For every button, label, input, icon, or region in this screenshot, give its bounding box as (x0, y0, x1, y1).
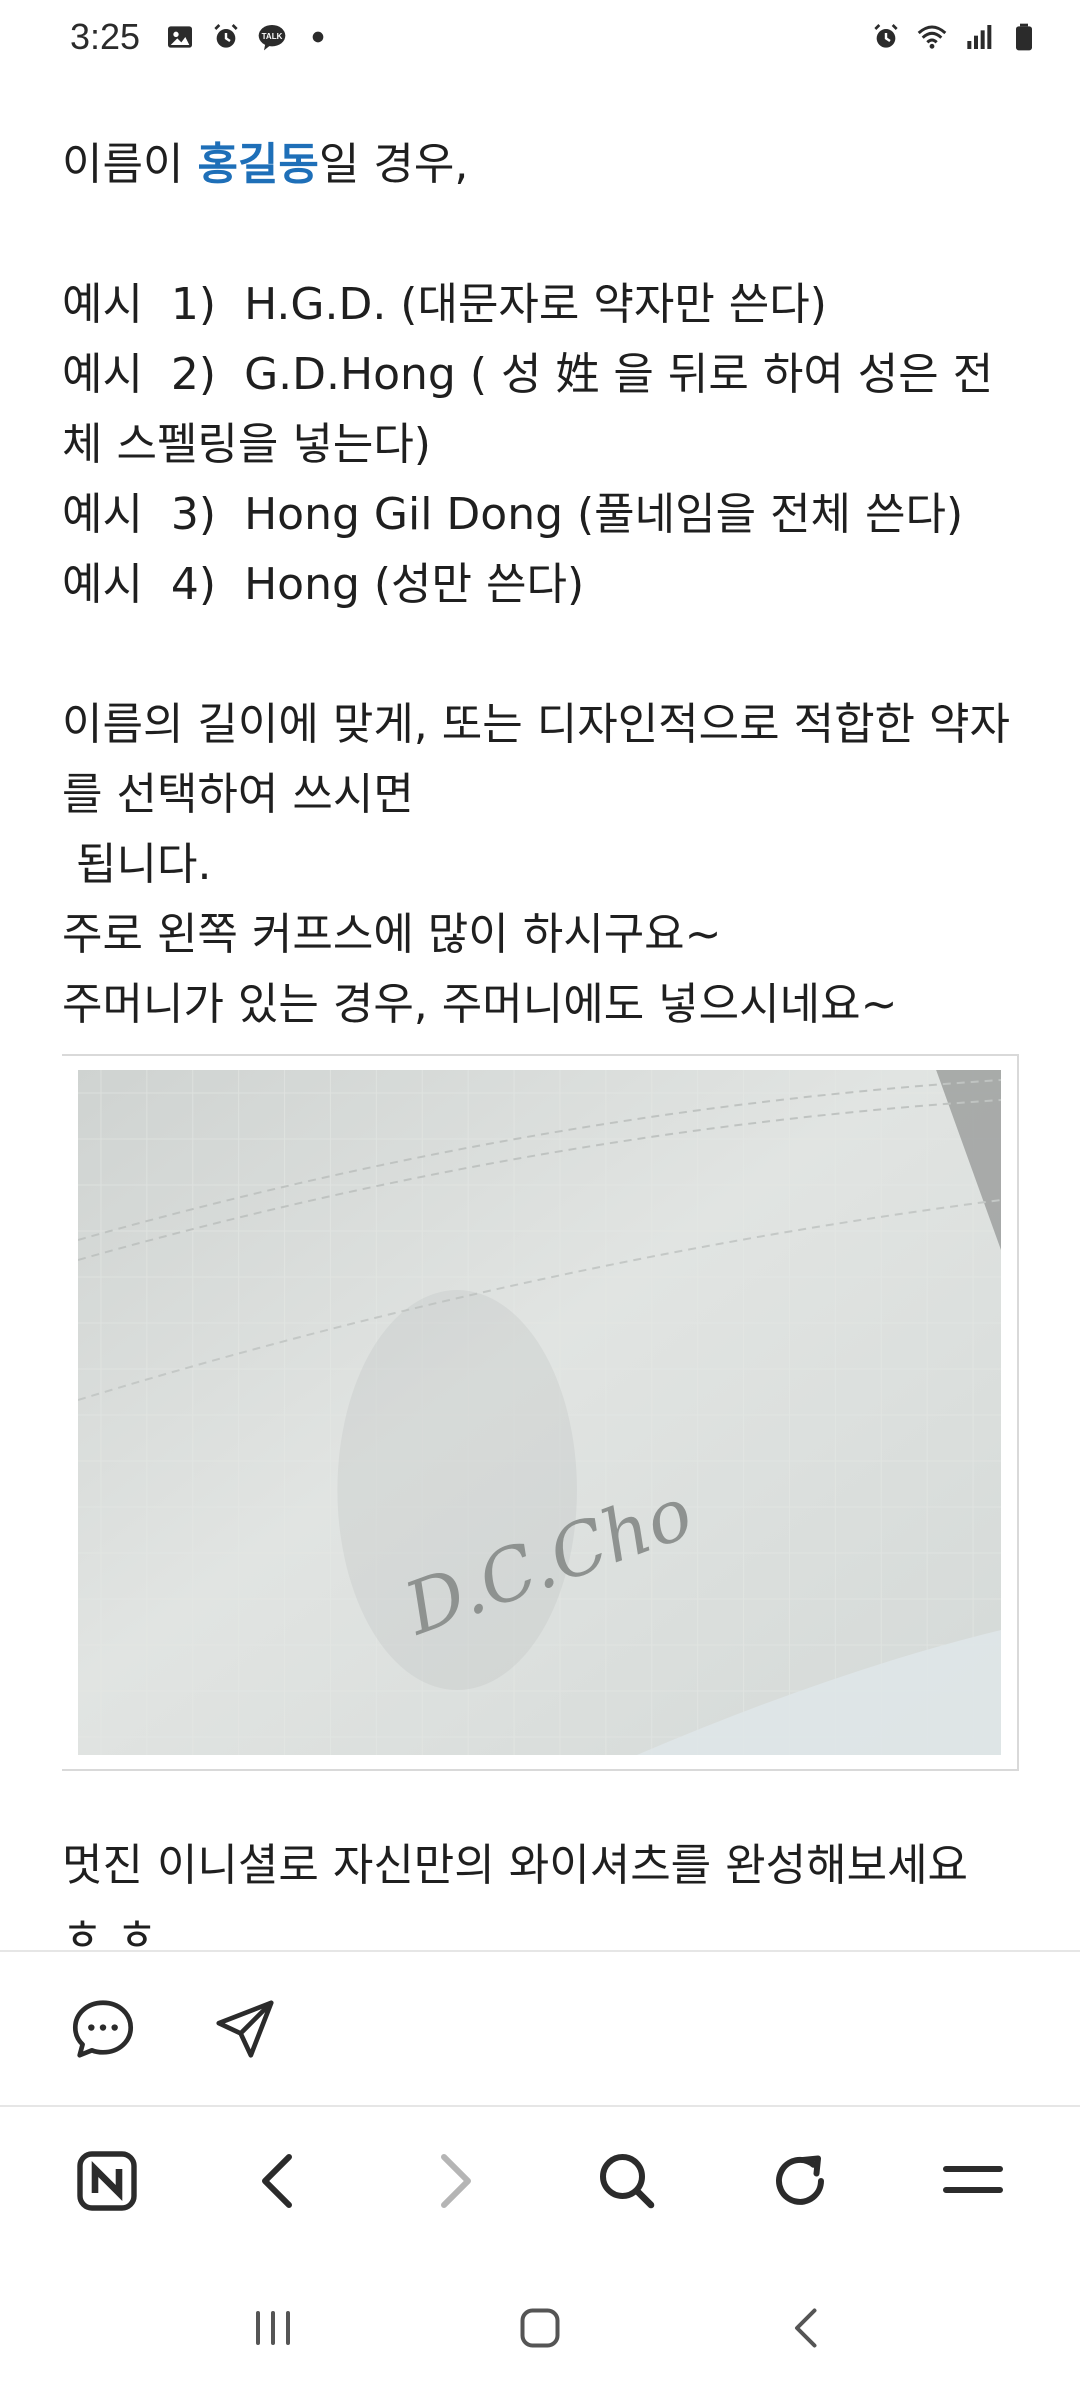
advice-line-4: 주머니가 있는 경우, 주머니에도 넣으시네요~ (62, 979, 898, 1030)
signal-icon (962, 21, 994, 53)
status-right (870, 21, 1040, 53)
image-icon (164, 21, 196, 53)
forward-icon (413, 2141, 493, 2221)
dot-icon (302, 21, 334, 53)
browser-nav-bar (0, 2105, 1080, 2255)
example-1: 예시 1) H.G.D. (대문자로 약자만 쓴다) (62, 279, 827, 330)
example-2: 예시 2) G.D.Hong ( 성 姓 을 뒤로 하여 성은 전체 스펠링을 … (62, 349, 994, 470)
advice-line-2: 됩니다. (62, 839, 212, 890)
status-bar: 3:25 TALK (0, 0, 1080, 74)
article-content: 이름이 홍길동일 경우, 예시 1) H.G.D. (대문자로 약자만 쓴다) … (62, 130, 1022, 1950)
menu-icon[interactable] (933, 2141, 1013, 2221)
battery-icon (1008, 21, 1040, 53)
shirt-cuff-photo[interactable]: D.C.Cho (78, 1070, 1001, 1755)
example-3: 예시 3) Hong Gil Dong (풀네임을 전체 쓴다) (62, 489, 964, 540)
alarm-icon (210, 21, 242, 53)
advice-line-3: 주로 왼쪽 커프스에 많이 하시구요~ (62, 909, 722, 960)
refresh-icon[interactable] (760, 2141, 840, 2221)
recent-apps-icon[interactable] (238, 2293, 308, 2363)
svg-text:TALK: TALK (262, 32, 283, 41)
closing-line-1: 멋진 이니셜로 자신만의 와이셔츠를 완성해보세요 (62, 1840, 969, 1891)
home-icon[interactable] (505, 2293, 575, 2363)
search-icon[interactable] (587, 2141, 667, 2221)
kakaotalk-icon: TALK (256, 21, 288, 53)
share-icon[interactable] (210, 1994, 280, 2064)
intro-prefix: 이름이 (62, 139, 198, 190)
comment-icon[interactable] (68, 1994, 138, 2064)
system-nav-bar (0, 2255, 1080, 2400)
closing-line-2: ㅎ ㅎ (62, 1910, 157, 1950)
example-4: 예시 4) Hong (성만 쓴다) (62, 559, 585, 610)
wifi-icon (916, 21, 948, 53)
status-time: 3:25 (70, 16, 141, 57)
advice-line-1: 이름의 길이에 맞게, 또는 디자인적으로 적합한 약자를 선택하여 쓰시면 (62, 699, 1010, 820)
intro-name-highlight: 홍길동 (197, 139, 319, 190)
alarm-icon (870, 21, 902, 53)
intro-suffix: 일 경우, (318, 139, 469, 190)
system-back-icon[interactable] (772, 2293, 842, 2363)
back-icon[interactable] (240, 2141, 320, 2221)
naver-home-icon[interactable] (67, 2141, 147, 2221)
cuff-illustration: D.C.Cho (78, 1070, 1001, 1755)
status-left: 3:25 TALK (70, 16, 334, 58)
intro-line: 이름이 홍길동일 경우, (62, 130, 1022, 200)
action-bar (0, 1950, 1080, 2105)
photo-frame[interactable]: D.C.Cho (62, 1054, 1019, 1771)
